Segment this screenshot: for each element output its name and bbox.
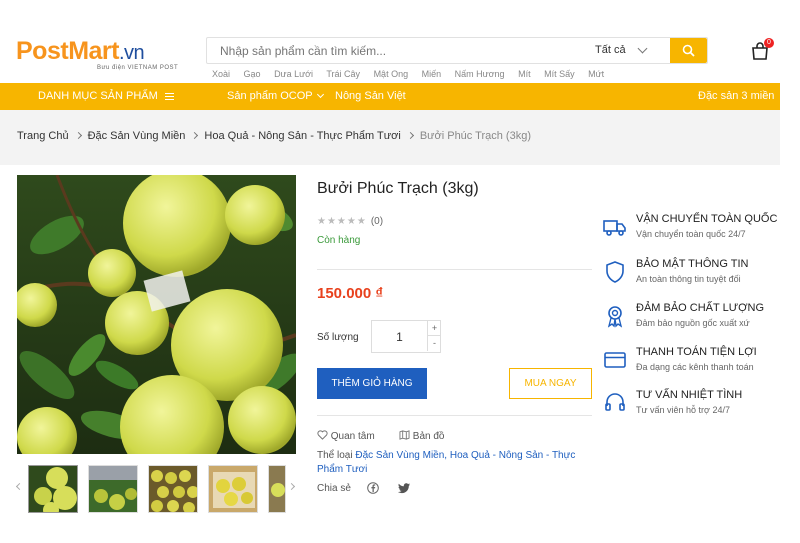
star-rating-icon: ★★★★★ — [317, 216, 367, 227]
thumbnail[interactable] — [208, 465, 258, 513]
product-price: 150.000 ₫ — [317, 285, 384, 302]
quantity-input[interactable] — [372, 321, 427, 352]
thumbnail[interactable] — [148, 465, 198, 513]
quantity-label: Số lượng — [317, 332, 359, 343]
feature-payment: THANH TOÁN TIỆN LỢI Đa dạng các kênh tha… — [603, 346, 793, 382]
thumbnail[interactable] — [268, 465, 286, 513]
search-scope-select[interactable]: Tất cả — [595, 38, 626, 63]
heart-icon — [317, 430, 328, 440]
product-title: Bưởi Phúc Trạch (3kg) — [317, 180, 479, 197]
chevron-right-icon — [406, 131, 414, 140]
search-button[interactable] — [670, 38, 707, 63]
thumbnail[interactable] — [88, 465, 138, 513]
chevron-down-icon[interactable] — [637, 43, 648, 54]
product-categories: Thể loại Đặc Sản Vùng Miền, Hoa Quả - Nô… — [317, 450, 576, 475]
logo-subtitle: Bưu điện VIETNAM POST — [97, 65, 179, 71]
category-menu-button[interactable]: DANH MỤC SẢN PHẨM — [38, 83, 158, 110]
tag-link[interactable]: Gạo — [244, 69, 261, 79]
thumbnail[interactable] — [28, 465, 78, 513]
thumbnail-image — [29, 466, 77, 512]
rating[interactable]: ★★★★★ (0) — [317, 216, 383, 227]
tag-link[interactable]: Trái Cây — [326, 69, 360, 79]
divider — [317, 415, 592, 416]
tag-link[interactable]: Miến — [422, 69, 442, 79]
site-header: PostMart.vn Bưu điện VIETNAM POST Tất cả… — [0, 0, 800, 83]
search-bar: Tất cả — [206, 37, 708, 64]
site-logo[interactable]: PostMart.vn — [16, 38, 145, 66]
map-icon — [399, 430, 410, 440]
nav-item-nong-san[interactable]: Nông Sản Việt — [335, 83, 406, 110]
divider — [317, 269, 592, 270]
map-button[interactable]: Bản đồ — [399, 430, 444, 442]
feature-quality: ĐẢM BẢO CHẤT LƯỢNG Đảm bảo nguồn gốc xuấ… — [603, 302, 793, 338]
thumbnail-image — [149, 466, 197, 512]
quantity-decrease-button[interactable]: - — [427, 336, 441, 351]
twitter-icon[interactable] — [398, 482, 411, 494]
search-icon — [682, 44, 695, 57]
tag-link[interactable]: Mứt — [588, 69, 604, 79]
breadcrumb-current: Bưởi Phúc Trạch (3kg) — [419, 130, 531, 142]
award-icon — [607, 306, 623, 328]
credit-card-icon — [604, 352, 626, 368]
tag-link[interactable]: Mật Ong — [374, 69, 409, 79]
facebook-icon[interactable] — [367, 482, 379, 494]
breadcrumb-item[interactable]: Đặc Sản Vùng Miền — [88, 130, 186, 142]
stock-status: Còn hàng — [317, 235, 361, 246]
add-to-cart-button[interactable]: THÊM GIỎ HÀNG — [317, 368, 427, 399]
thumbnail-image — [209, 466, 257, 512]
chevron-down-icon — [316, 90, 324, 99]
tag-link[interactable]: Nấm Hương — [455, 69, 505, 79]
category-links[interactable]: Đặc Sản Vùng Miền, Hoa Quả - Nông Sản - … — [317, 450, 575, 475]
tag-link[interactable]: Mít Sấy — [544, 69, 575, 79]
tag-link[interactable]: Xoài — [212, 69, 230, 79]
thumbnail-image — [269, 466, 285, 512]
breadcrumb-bar: Trang Chủ Đặc Sản Vùng Miền Hoa Quả - Nông… — [0, 110, 780, 165]
feature-shipping: VẬN CHUYỂN TOÀN QUỐC Vận chuyển toàn quố… — [603, 213, 793, 249]
tag-link[interactable]: Mít — [518, 69, 531, 79]
pomelo-photo — [17, 175, 296, 454]
wishlist-button[interactable]: Quan tâm — [317, 430, 375, 442]
thumbnail-image — [89, 466, 137, 512]
search-input[interactable] — [207, 38, 587, 63]
product-main-image[interactable] — [17, 175, 296, 454]
tag-link[interactable]: Dưa Lưới — [274, 69, 313, 79]
chevron-right-icon — [74, 131, 82, 140]
share-label: Chia sẻ — [317, 483, 351, 494]
review-count: (0) — [370, 216, 384, 227]
chevron-left-icon[interactable] — [15, 482, 24, 491]
main-nav: DANH MỤC SẢN PHẨM Sản phẩm OCOP Nông Sản… — [0, 83, 780, 126]
menu-icon[interactable] — [165, 93, 174, 100]
breadcrumb-home[interactable]: Trang Chủ — [17, 130, 69, 142]
feature-support: TƯ VẤN NHIỆT TÌNH Tư vấn viên hỗ trợ 24/… — [603, 389, 793, 425]
chevron-right-icon[interactable] — [287, 482, 296, 491]
popular-tags: Xoài Gạo Dưa Lưới Trái Cây Mật Ong Miến … — [212, 69, 615, 79]
breadcrumb-item[interactable]: Hoa Quả - Nông Sản - Thực Phẩm Tươi — [204, 130, 400, 142]
breadcrumb: Trang Chủ Đặc Sản Vùng Miền Hoa Quả - Nông… — [17, 130, 531, 142]
headset-icon — [605, 393, 625, 411]
shield-icon — [606, 261, 624, 283]
cart-count-badge: 0 — [764, 38, 774, 48]
quantity-increase-button[interactable]: + — [427, 321, 441, 336]
truck-icon — [603, 220, 626, 236]
nav-item-ocop[interactable]: Sản phẩm OCOP — [227, 83, 324, 110]
buy-now-button[interactable]: MUA NGAY — [509, 368, 592, 399]
thumbnail-strip — [15, 462, 296, 514]
chevron-right-icon — [191, 131, 199, 140]
quantity-stepper: + - — [371, 320, 441, 353]
feature-security: BẢO MẬT THÔNG TIN An toàn thông tin tuyệ… — [603, 258, 793, 294]
